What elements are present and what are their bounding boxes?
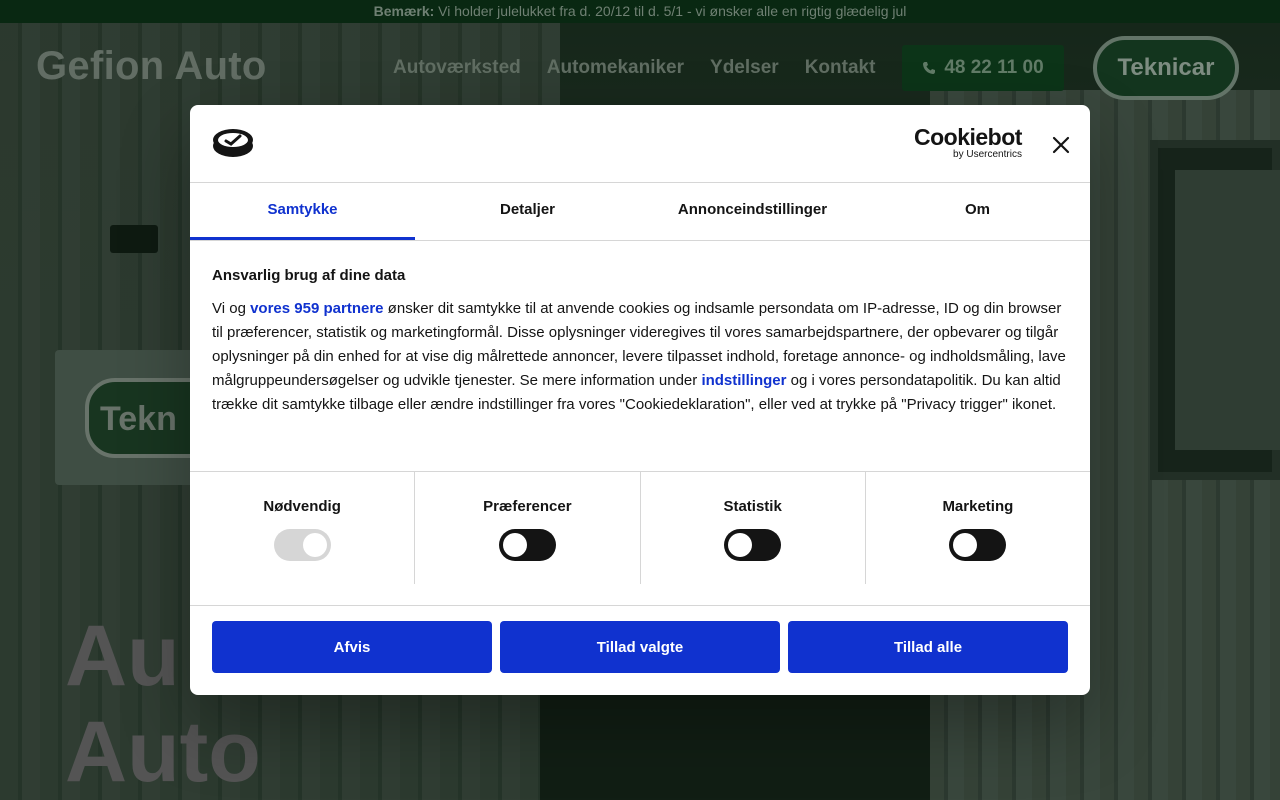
toggle-group-preferences: Præferencer bbox=[415, 472, 641, 584]
dialog-header: Cookiebot by Usercentrics bbox=[190, 105, 1090, 183]
toggle-label-statistics: Statistik bbox=[723, 498, 782, 515]
tab-annonceindstillinger[interactable]: Annonceindstillinger bbox=[640, 183, 865, 240]
consent-text-intro: Vi og bbox=[212, 300, 251, 317]
text-fade bbox=[190, 411, 1090, 471]
consent-body: Ansvarlig brug af dine data Vi og vores … bbox=[190, 241, 1090, 472]
tab-detaljer[interactable]: Detaljer bbox=[415, 183, 640, 240]
allow-selected-button[interactable]: Tillad valgte bbox=[500, 621, 780, 673]
consent-buttons: Afvis Tillad valgte Tillad alle bbox=[190, 605, 1090, 688]
toggle-group-necessary: Nødvendig bbox=[190, 472, 416, 584]
cookiebot-logo[interactable]: Cookiebot by Usercentrics bbox=[914, 125, 1022, 160]
toggle-knob bbox=[953, 533, 978, 557]
toggle-knob bbox=[302, 533, 327, 557]
toggle-label-preferences: Præferencer bbox=[483, 498, 572, 515]
consent-toggles: Nødvendig Præferencer Statistik Marketin… bbox=[190, 472, 1090, 584]
toggle-necessary bbox=[273, 529, 331, 561]
close-icon[interactable] bbox=[1048, 132, 1074, 158]
toggle-knob bbox=[728, 533, 753, 557]
partners-link[interactable]: vores 959 partnere bbox=[250, 300, 383, 317]
tab-om[interactable]: Om bbox=[865, 183, 1090, 240]
toggle-group-marketing: Marketing bbox=[866, 472, 1090, 584]
toggle-preferences[interactable] bbox=[498, 529, 556, 561]
allow-all-button[interactable]: Tillad alle bbox=[788, 621, 1068, 673]
cookie-consent-dialog: Cookiebot by Usercentrics Samtykke Detal… bbox=[190, 105, 1090, 695]
cookiebot-wordmark: Cookiebot bbox=[914, 124, 1022, 150]
toggle-label-marketing: Marketing bbox=[942, 498, 1014, 515]
toggle-group-statistics: Statistik bbox=[641, 472, 866, 584]
deny-button[interactable]: Afvis bbox=[212, 621, 492, 673]
privacy-trigger-icon bbox=[213, 129, 253, 157]
dialog-tabs: Samtykke Detaljer Annonceindstillinger O… bbox=[190, 183, 1090, 241]
toggle-knob bbox=[502, 533, 527, 557]
toggle-marketing[interactable] bbox=[949, 529, 1007, 561]
toggle-statistics[interactable] bbox=[724, 529, 782, 561]
consent-heading: Ansvarlig brug af dine data bbox=[212, 267, 406, 284]
toggle-label-necessary: Nødvendig bbox=[263, 498, 341, 515]
cookiebot-byline: by Usercentrics bbox=[953, 149, 1022, 160]
tab-samtykke[interactable]: Samtykke bbox=[190, 183, 415, 240]
settings-link[interactable]: indstillinger bbox=[701, 372, 786, 389]
consent-text: Vi og vores 959 partnere ønsker dit samt… bbox=[212, 297, 1068, 417]
